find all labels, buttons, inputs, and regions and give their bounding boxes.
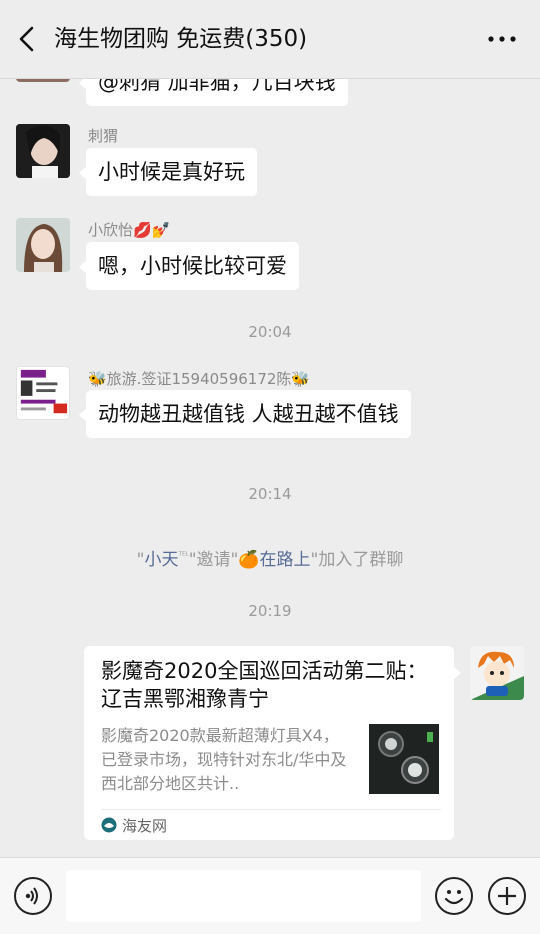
more-icon[interactable] — [484, 27, 520, 51]
avatar[interactable] — [470, 646, 524, 700]
timestamp: 20:04 — [248, 323, 292, 341]
link-card-thumbnail — [369, 724, 439, 794]
emoji-icon[interactable] — [435, 877, 473, 915]
avatar[interactable] — [16, 79, 70, 82]
avatar[interactable] — [16, 124, 70, 178]
timestamp: 20:14 — [248, 485, 292, 503]
tel-badge: ᵀᴱᴸ — [178, 551, 189, 562]
chat-header: 海生物团购 免运费(350) — [0, 0, 540, 79]
system-message: "小天ᵀᴱᴸ"邀请"🍊在路上"加入了群聊 — [0, 545, 540, 570]
message-input[interactable] — [66, 870, 421, 922]
plus-icon[interactable] — [488, 877, 526, 915]
source-logo-icon — [101, 817, 117, 833]
link-card-source: 海友网 — [101, 815, 167, 837]
system-text-joined: "加入了群聊 — [310, 550, 404, 570]
timestamp: 20:19 — [248, 602, 292, 620]
avatar[interactable] — [16, 218, 70, 272]
voice-icon[interactable] — [14, 877, 52, 915]
link-card-description: 影魔奇2020款最新超薄灯具X4，已登录市场，现特针对东北/华中及西北部分地区共… — [101, 726, 347, 793]
link-card-source-name: 海友网 — [122, 817, 168, 835]
invitee-name[interactable]: 在路上 — [260, 550, 311, 570]
message-bubble[interactable]: @刺猬 加菲猫，几百块钱 — [79, 79, 348, 106]
link-card-title: 影魔奇2020全国巡回活动第二贴： 辽吉黑鄂湘豫青宁 — [101, 659, 428, 711]
orange-emoji: 🍊 — [238, 550, 260, 570]
chat-area[interactable]: @刺猬 加菲猫，几百块钱 刺猬 小时候是真好玩 小欣怡💋💅 嗯，小时候比较可爱 … — [0, 79, 540, 857]
system-text-invited: "邀请" — [188, 550, 239, 570]
divider — [101, 809, 441, 810]
inviter-name[interactable]: 小天 — [144, 550, 178, 570]
page-title: 海生物团购 免运费(350) — [54, 26, 308, 52]
message-bubble[interactable]: 小时候是真好玩 — [79, 148, 257, 196]
sender-name: 小欣怡💋💅 — [88, 221, 171, 239]
avatar[interactable] — [16, 366, 70, 420]
avatar-travel-card-image — [17, 367, 69, 419]
sender-name: 🐝旅游.签证15940596172陈🐝 — [88, 370, 311, 388]
avatar-cartoon-image — [470, 646, 524, 700]
avatar-woman-image — [16, 218, 70, 272]
message-bubble[interactable]: 嗯，小时候比较可爱 — [79, 242, 299, 290]
input-bar — [0, 857, 540, 934]
message-bubble[interactable]: 动物越丑越值钱 人越丑越不值钱 — [79, 390, 411, 438]
link-card[interactable]: 影魔奇2020全国巡回活动第二贴： 辽吉黑鄂湘豫青宁 影魔奇2020款最新超薄灯… — [84, 646, 461, 840]
sender-name: 刺猬 — [88, 127, 119, 145]
avatar-girl-image — [16, 124, 70, 178]
chevron-left-icon[interactable] — [14, 24, 40, 54]
